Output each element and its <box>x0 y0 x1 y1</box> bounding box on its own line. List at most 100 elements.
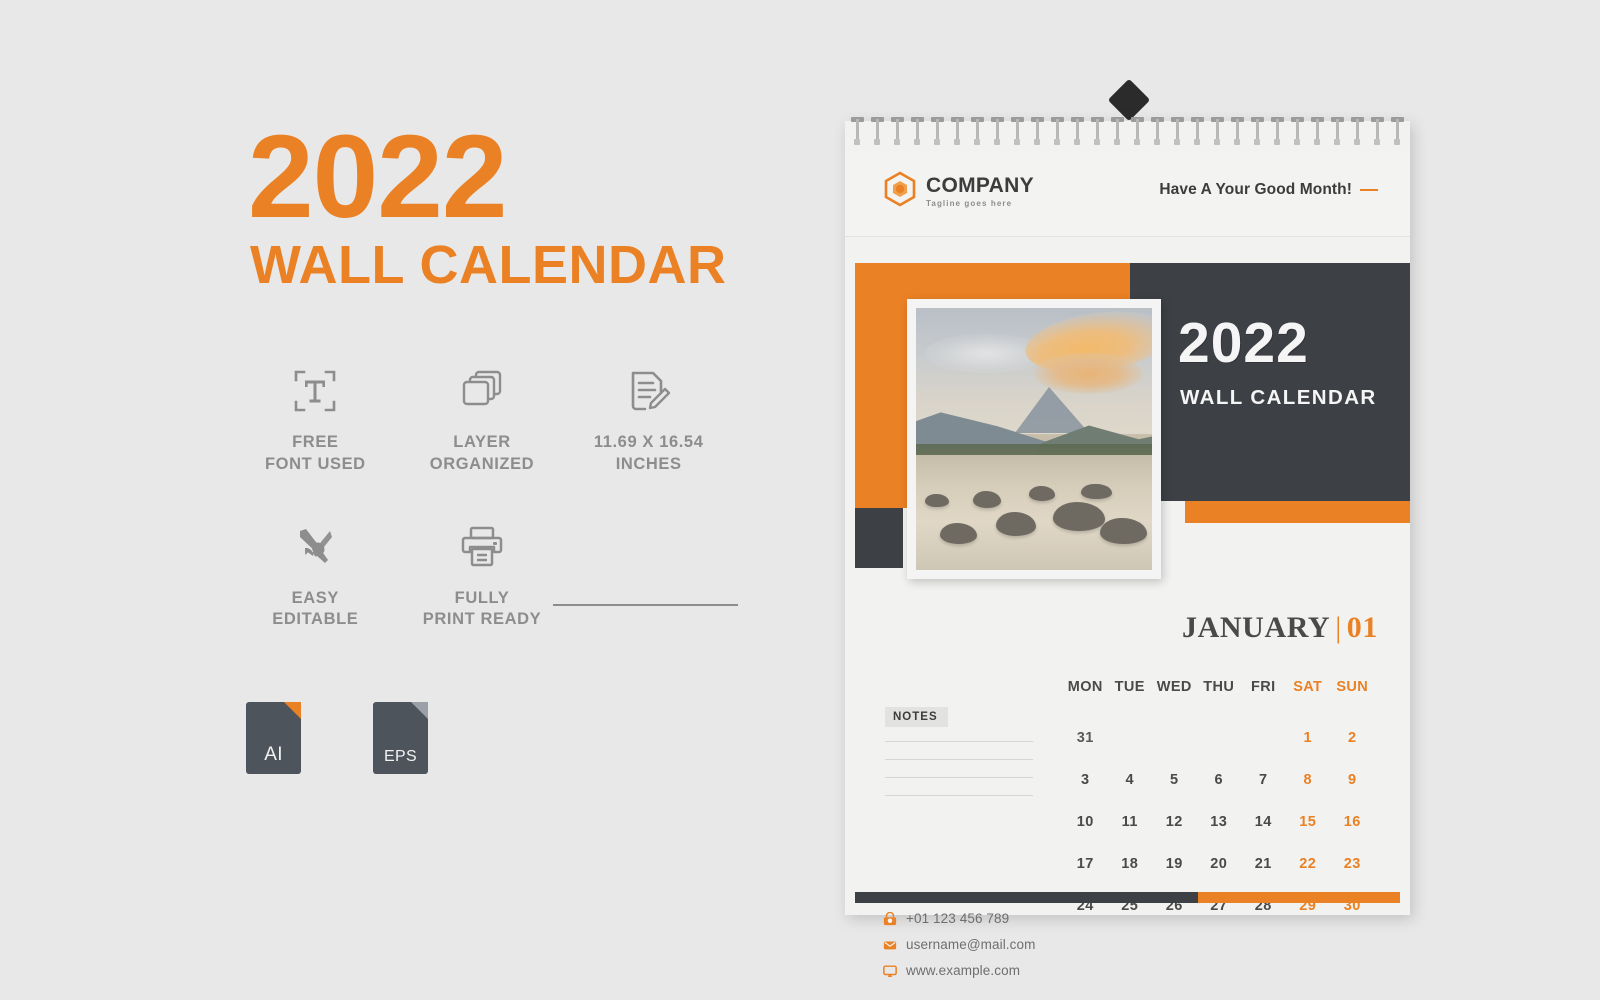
calendar-header: COMPANY Tagline goes here Have A Your Go… <box>845 151 1410 237</box>
date-cell[interactable]: 7 <box>1241 759 1286 801</box>
feature-list: FREE FONT USED LAYER ORGANIZED 11.69 X 1… <box>232 362 732 631</box>
spiral-coil <box>991 117 1004 151</box>
feature-label: EASY EDITABLE <box>272 588 359 629</box>
date-cell[interactable]: 22 <box>1286 843 1331 885</box>
header-message: Have A Your Good Month! <box>1159 181 1352 198</box>
date-cell[interactable]: 12 <box>1152 801 1197 843</box>
spiral-coil <box>1311 117 1324 151</box>
contact-item[interactable]: www.example.com <box>883 963 1035 978</box>
date-cell[interactable]: 10 <box>1063 801 1108 843</box>
phone-icon <box>883 911 897 926</box>
date-cell-empty <box>1197 717 1242 759</box>
date-cell[interactable]: 9 <box>1330 759 1375 801</box>
file-fold <box>284 702 301 719</box>
date-cell[interactable]: 21 <box>1241 843 1286 885</box>
brand-block: COMPANY Tagline goes here <box>883 171 1034 212</box>
day-header-wed: WED <box>1156 679 1192 695</box>
file-label: EPS <box>384 748 417 765</box>
feature-row-2: EASY EDITABLE FULLY PRINT READY <box>232 518 732 632</box>
photo-rock <box>925 494 950 508</box>
feature-print-ready: FULLY PRINT READY <box>399 518 566 632</box>
promo-year: 2022 <box>248 111 508 243</box>
date-cell[interactable]: 1 <box>1286 717 1331 759</box>
spiral-coil <box>1151 117 1164 151</box>
spiral-coil <box>1391 117 1404 151</box>
bottom-accent-bar <box>855 892 1400 903</box>
spiral-binding-icon <box>851 117 1404 151</box>
date-cell[interactable]: 31 <box>1063 717 1108 759</box>
date-cell[interactable]: 14 <box>1241 801 1286 843</box>
spiral-coil <box>1011 117 1024 151</box>
date-cell[interactable]: 2 <box>1330 717 1375 759</box>
date-cell-empty <box>1152 717 1197 759</box>
date-cell[interactable]: 16 <box>1330 801 1375 843</box>
notes-line[interactable] <box>885 759 1033 760</box>
date-cell[interactable]: 3 <box>1063 759 1108 801</box>
spiral-coil <box>851 117 864 151</box>
date-grid: MON TUE WED THU FRI SAT SUN 31 1 2 3 4 5 6 7 8 9 10 11 12 1… <box>1063 679 1375 927</box>
date-cell[interactable]: 11 <box>1108 801 1153 843</box>
cover-dark-panel: 2022 WALL CALENDAR <box>1130 263 1410 501</box>
date-cell[interactable]: 18 <box>1108 843 1153 885</box>
date-cell[interactable]: 4 <box>1108 759 1153 801</box>
spiral-coil <box>1071 117 1084 151</box>
feature-label: LAYER ORGANIZED <box>429 433 535 473</box>
cover-year: 2022 <box>1178 311 1309 375</box>
notes-line[interactable] <box>885 741 1033 742</box>
notes-line[interactable] <box>885 795 1033 796</box>
calendar-cover: 2022 WALL CALENDAR <box>845 237 1410 627</box>
header-message-block: Have A Your Good Month! <box>1159 181 1378 199</box>
contact-item[interactable]: username@mail.com <box>883 937 1035 952</box>
date-cell[interactable]: 5 <box>1152 759 1197 801</box>
date-cell-empty <box>1108 717 1153 759</box>
date-cell[interactable]: 13 <box>1197 801 1242 843</box>
document-edit-icon <box>565 362 732 420</box>
notes-lines[interactable] <box>885 741 1033 796</box>
printer-icon <box>399 518 566 576</box>
date-cell[interactable]: 17 <box>1063 843 1108 885</box>
spiral-coil <box>871 117 884 151</box>
promo-panel: 2022 WALL CALENDAR FREE FONT USED LAYER … <box>0 0 800 1000</box>
contact-text: www.example.com <box>906 963 1021 978</box>
notes-title: NOTES <box>885 707 948 727</box>
spiral-coil <box>1231 117 1244 151</box>
monitor-icon <box>883 964 897 978</box>
date-cell-empty <box>1241 717 1286 759</box>
ai-file-icon: AI <box>246 702 301 774</box>
spiral-coil <box>1051 117 1064 151</box>
date-cell[interactable]: 6 <box>1197 759 1242 801</box>
promo-subtitle: WALL CALENDAR <box>250 235 727 295</box>
contact-list: +01 123 456 789 username@mail.com www.exam… <box>883 911 1035 989</box>
feature-dimensions: 11.69 X 16.54 INCHES <box>565 362 732 476</box>
feature-label: 11.69 X 16.54 INCHES <box>593 433 704 473</box>
date-cell[interactable]: 8 <box>1286 759 1331 801</box>
feature-easy-editable: EASY EDITABLE <box>232 518 399 632</box>
day-header-sun: SUN <box>1336 679 1369 695</box>
cover-photo <box>916 308 1152 570</box>
date-cell[interactable]: 20 <box>1197 843 1242 885</box>
cover-subtitle: WALL CALENDAR <box>1180 386 1377 409</box>
contact-item[interactable]: +01 123 456 789 <box>883 911 1035 926</box>
photo-mountain-peak <box>1015 386 1090 433</box>
photo-rock <box>1081 483 1112 500</box>
calendar-page: COMPANY Tagline goes here Have A Your Go… <box>845 117 1410 978</box>
photo-rock <box>1029 486 1056 501</box>
day-header-fri: FRI <box>1250 679 1276 695</box>
date-cell[interactable]: 23 <box>1330 843 1375 885</box>
day-header-sat: SAT <box>1293 679 1323 695</box>
spiral-coil <box>1211 117 1224 151</box>
photo-rock <box>972 491 1001 509</box>
company-tagline: Tagline goes here <box>926 199 1013 208</box>
notes-line[interactable] <box>885 777 1033 778</box>
spiral-coil <box>1371 117 1384 151</box>
spiral-coil <box>1031 117 1044 151</box>
cover-dark-square <box>855 508 903 568</box>
eps-file-icon: EPS <box>373 702 428 774</box>
spiral-coil <box>931 117 944 151</box>
date-cell[interactable]: 19 <box>1152 843 1197 885</box>
bottom-bar-dark <box>855 892 1199 903</box>
date-cell[interactable]: 15 <box>1286 801 1331 843</box>
spiral-coil <box>1251 117 1264 151</box>
bottom-bar-orange <box>1198 892 1400 903</box>
feature-layer-organized: LAYER ORGANIZED <box>399 362 566 476</box>
